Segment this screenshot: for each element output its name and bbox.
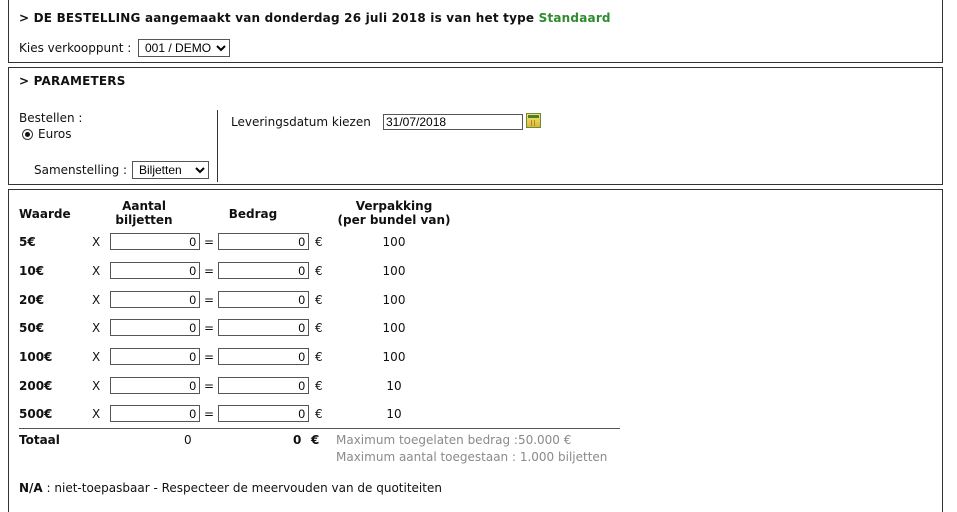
order-table-panel: Waarde Aantal biljetten Bedrag Verpakkin… bbox=[8, 189, 943, 512]
quantity-input[interactable] bbox=[110, 348, 200, 365]
delivery-date-label: Leveringsdatum kiezen bbox=[231, 115, 371, 129]
quantity-input[interactable] bbox=[110, 319, 200, 336]
order-page: > DE BESTELLING aangemaakt van donderdag… bbox=[0, 0, 957, 512]
col-header-value: Waarde bbox=[19, 207, 71, 221]
footnote: N/A : niet-toepasbaar - Respecteer de me… bbox=[19, 481, 442, 495]
sales-point-label: Kies verkooppunt : bbox=[19, 41, 132, 55]
denomination: 50€ bbox=[19, 321, 45, 335]
packaging-value: 100 bbox=[382, 321, 406, 335]
denomination: 20€ bbox=[19, 293, 45, 307]
table-row: 200€ X = € 10 bbox=[9, 376, 942, 396]
order-type: Standaard bbox=[538, 11, 611, 25]
equals-sign: = bbox=[204, 235, 215, 249]
amount-input[interactable] bbox=[218, 348, 309, 365]
parameters-panel: > PARAMETERS Bestellen : Euros Samenstel… bbox=[8, 67, 943, 185]
total-divider bbox=[19, 428, 620, 429]
multiply-sign: X bbox=[92, 350, 101, 364]
amount-input[interactable] bbox=[218, 291, 309, 308]
order-header-title: > DE BESTELLING aangemaakt van donderdag… bbox=[19, 11, 611, 25]
table-row: 50€ X = € 100 bbox=[9, 318, 942, 338]
col-header-packaging: Verpakking (per bundel van) bbox=[324, 199, 464, 227]
packaging-value: 100 bbox=[382, 293, 406, 307]
total-amount: 0 bbox=[293, 433, 302, 447]
composition-select[interactable]: Biljetten bbox=[132, 161, 209, 179]
currency-symbol: € bbox=[315, 293, 323, 307]
multiply-sign: X bbox=[92, 264, 101, 278]
denomination: 10€ bbox=[19, 264, 45, 278]
denomination: 5€ bbox=[19, 235, 36, 249]
amount-input[interactable] bbox=[218, 405, 309, 422]
col-header-packaging-line1: Verpakking bbox=[355, 199, 433, 213]
amount-input[interactable] bbox=[218, 319, 309, 336]
table-row: 10€ X = € 100 bbox=[9, 261, 942, 281]
total-label: Totaal bbox=[19, 433, 60, 447]
table-row: 20€ X = € 100 bbox=[9, 290, 942, 310]
col-header-packaging-line2: (per bundel van) bbox=[337, 213, 451, 227]
total-quantity: 0 bbox=[184, 433, 192, 447]
col-header-count-line2: biljetten bbox=[115, 213, 173, 227]
col-header-count-line1: Aantal bbox=[122, 199, 166, 213]
equals-sign: = bbox=[204, 407, 215, 421]
currency-symbol: € bbox=[315, 264, 323, 278]
euros-radio[interactable] bbox=[22, 129, 33, 140]
total-currency: € bbox=[311, 433, 320, 447]
packaging-value: 10 bbox=[386, 379, 402, 393]
multiply-sign: X bbox=[92, 293, 101, 307]
parameters-title: > PARAMETERS bbox=[19, 74, 126, 88]
currency-symbol: € bbox=[315, 379, 323, 393]
currency-symbol: € bbox=[315, 350, 323, 364]
parameters-divider bbox=[217, 110, 218, 182]
equals-sign: = bbox=[204, 350, 215, 364]
equals-sign: = bbox=[204, 264, 215, 278]
quantity-input[interactable] bbox=[110, 377, 200, 394]
footnote-text: : niet-toepasbaar - Respecteer de meervo… bbox=[42, 481, 442, 495]
euros-radio-label: Euros bbox=[38, 127, 72, 141]
currency-symbol: € bbox=[315, 407, 323, 421]
amount-input[interactable] bbox=[218, 262, 309, 279]
multiply-sign: X bbox=[92, 321, 101, 335]
max-count-note: Maximum aantal toegestaan : 1.000 biljet… bbox=[336, 450, 608, 464]
order-header-prefix: > DE BESTELLING aangemaakt van donderdag… bbox=[19, 11, 535, 25]
packaging-value: 100 bbox=[382, 235, 406, 249]
order-header-panel: > DE BESTELLING aangemaakt van donderdag… bbox=[8, 0, 943, 63]
denomination: 100€ bbox=[19, 350, 53, 364]
packaging-value: 100 bbox=[382, 350, 406, 364]
quantity-input[interactable] bbox=[110, 291, 200, 308]
amount-input[interactable] bbox=[218, 233, 309, 250]
quantity-input[interactable] bbox=[110, 262, 200, 279]
table-row: 5€ X = € 100 bbox=[9, 232, 942, 252]
denomination: 200€ bbox=[19, 379, 53, 393]
quantity-input[interactable] bbox=[110, 233, 200, 250]
order-label: Bestellen : bbox=[19, 111, 83, 125]
delivery-date-input[interactable] bbox=[383, 114, 523, 130]
calendar-icon[interactable] bbox=[526, 113, 541, 128]
equals-sign: = bbox=[204, 379, 215, 393]
table-row: 500€ X = € 10 bbox=[9, 404, 942, 424]
multiply-sign: X bbox=[92, 235, 101, 249]
equals-sign: = bbox=[204, 321, 215, 335]
table-row: 100€ X = € 100 bbox=[9, 347, 942, 367]
footnote-abbr: N/A bbox=[19, 481, 43, 495]
packaging-value: 100 bbox=[382, 264, 406, 278]
quantity-input[interactable] bbox=[110, 405, 200, 422]
multiply-sign: X bbox=[92, 379, 101, 393]
col-header-count: Aantal biljetten bbox=[104, 199, 184, 227]
sales-point-select[interactable]: 001 / DEMO bbox=[138, 39, 230, 57]
composition-label: Samenstelling : bbox=[34, 163, 128, 177]
denomination: 500€ bbox=[19, 407, 53, 421]
multiply-sign: X bbox=[92, 407, 101, 421]
packaging-value: 10 bbox=[386, 407, 402, 421]
col-header-amount: Bedrag bbox=[228, 207, 278, 221]
max-amount-note: Maximum toegelaten bedrag :50.000 € bbox=[336, 433, 572, 447]
amount-input[interactable] bbox=[218, 377, 309, 394]
equals-sign: = bbox=[204, 293, 215, 307]
currency-symbol: € bbox=[315, 235, 323, 249]
currency-symbol: € bbox=[315, 321, 323, 335]
